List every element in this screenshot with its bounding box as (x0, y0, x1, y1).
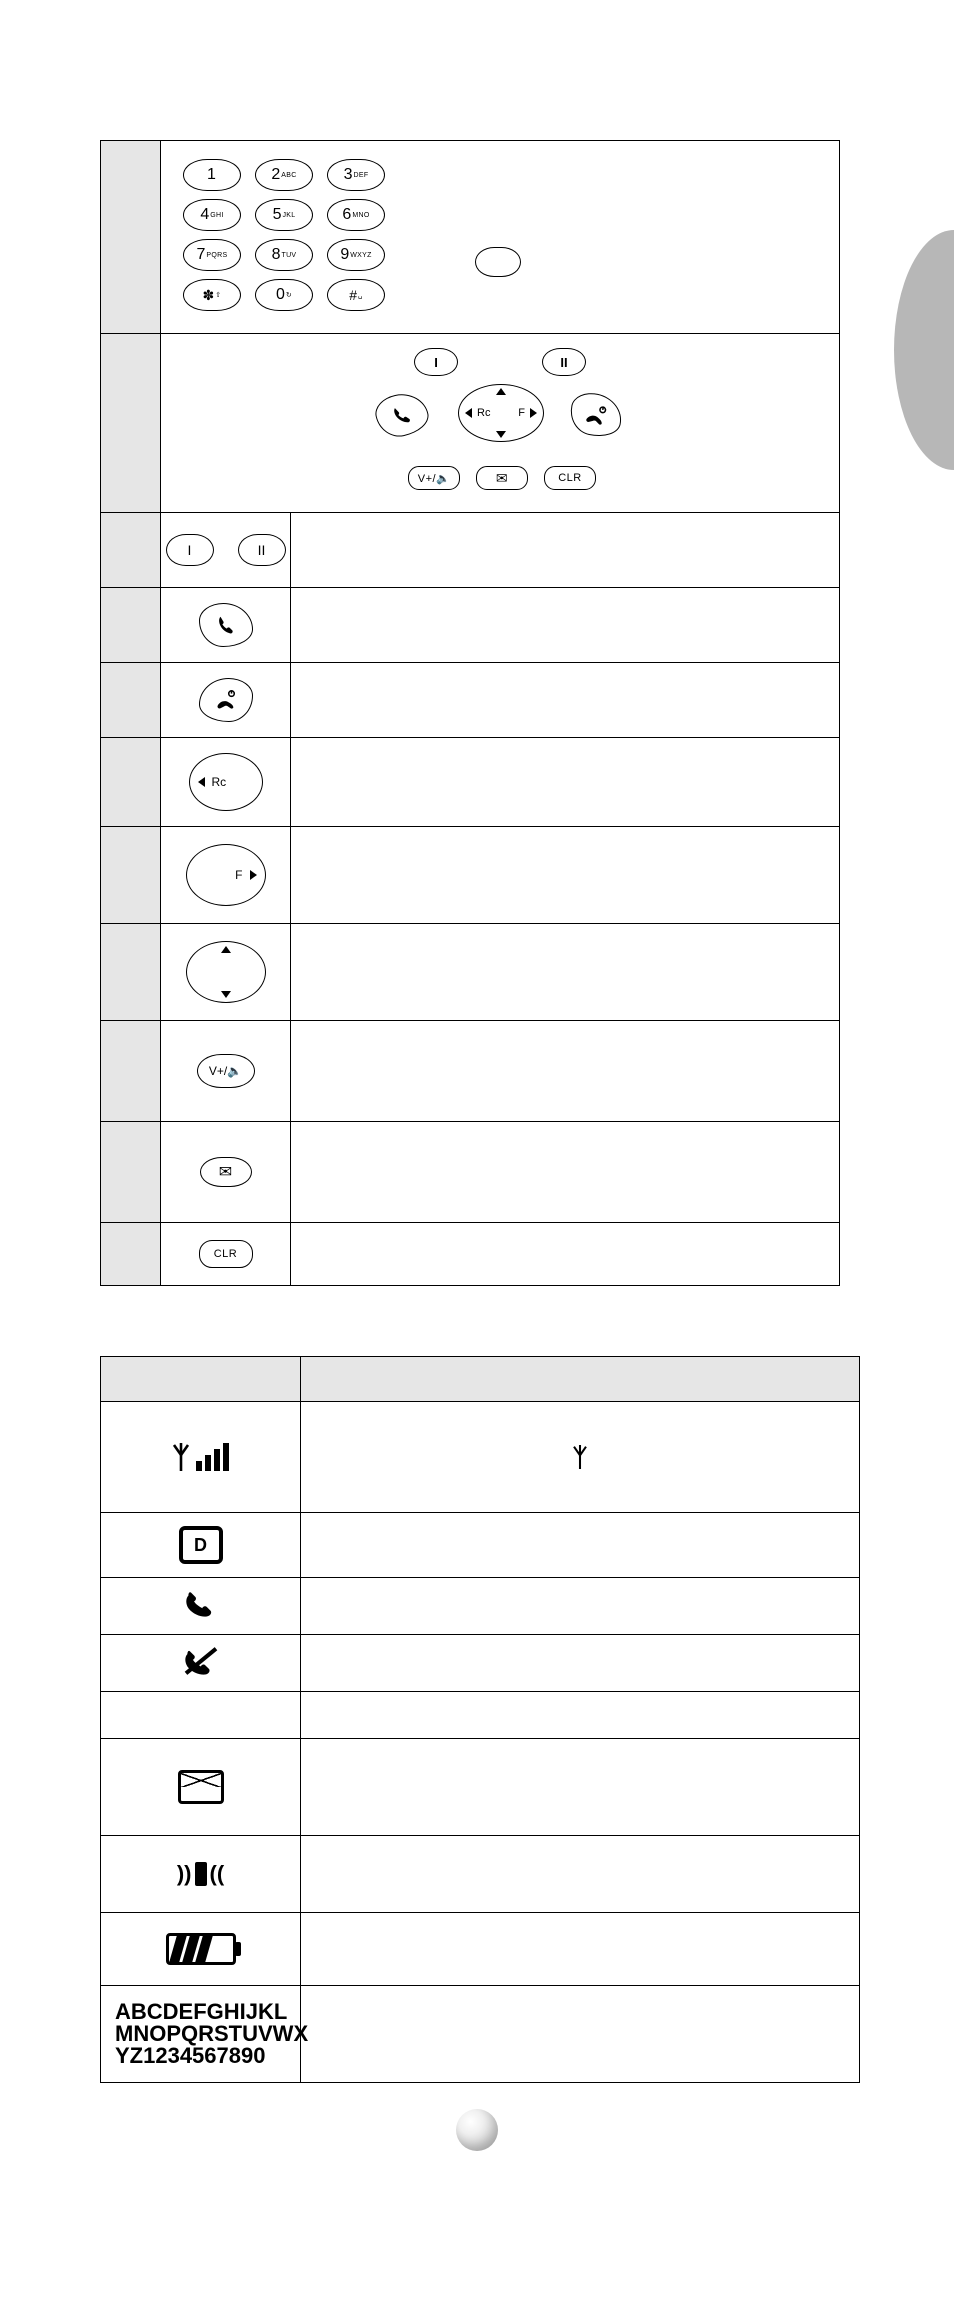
display-header-desc-col (301, 1357, 859, 1401)
no-service-description (301, 1635, 859, 1691)
softkeys-description (291, 513, 839, 587)
softkey-2-icon: II (542, 348, 586, 376)
mail-icon: ✉ (200, 1157, 252, 1187)
end-icon (199, 678, 253, 722)
blank-description (301, 1692, 859, 1738)
key-9: 9WXYZ (327, 239, 385, 271)
key-star: ✽⇧ (183, 279, 241, 311)
key-6: 6MNO (327, 199, 385, 231)
keypad-table: 1 2ABC 3DEF 4GHI 5JKL 6MNO 7PQRS 8TUV 9W… (100, 140, 840, 1286)
send-description (291, 588, 839, 662)
message-icon (178, 1770, 224, 1804)
clr-icon: CLR (199, 1240, 253, 1268)
side-key (475, 247, 521, 277)
character-set-description (301, 1986, 859, 2082)
clr-key-icon: CLR (544, 466, 596, 490)
volume-icon: V+/🔈 (197, 1054, 255, 1088)
blank-icon-cell (101, 1692, 301, 1738)
key-0: 0↻ (255, 279, 313, 311)
antenna-small-icon (572, 1445, 588, 1469)
digital-mode-icon: D (179, 1526, 223, 1564)
dialpad: 1 2ABC 3DEF 4GHI 5JKL 6MNO 7PQRS 8TUV 9W… (183, 159, 385, 311)
key-hash: #␣ (327, 279, 385, 311)
signal-strength-icon (172, 1443, 229, 1471)
send-icon (199, 603, 253, 647)
key-2: 2ABC (255, 159, 313, 191)
display-icons-table: D (100, 1356, 860, 2083)
key-7: 7PQRS (183, 239, 241, 271)
softkey-1-icon: I (414, 348, 458, 376)
nav-right-icon: F (186, 844, 266, 906)
end-key-icon (566, 389, 626, 441)
nav-left-icon: Rc (189, 753, 263, 811)
mail-key-icon: ✉ (476, 466, 528, 490)
page-sphere-icon (456, 2109, 498, 2151)
message-description (301, 1739, 859, 1835)
in-use-icon (184, 1590, 218, 1623)
key-3: 3DEF (327, 159, 385, 191)
nav-key-icon: Rc F (458, 384, 544, 442)
softkeys-icon: I II (166, 534, 286, 566)
key-1: 1 (183, 159, 241, 191)
controlpad-cluster: I II (370, 348, 630, 498)
signal-strength-description (301, 1402, 859, 1512)
nav-left-description (291, 738, 839, 826)
vibrate-description (301, 1836, 859, 1912)
character-set-icon: ABCDEFGHIJKL MNOPQRSTUVWX YZ1234567890 (115, 2001, 308, 2067)
nav-right-description (291, 827, 839, 923)
digital-mode-description (301, 1513, 859, 1577)
volume-key-icon: V+/🔈 (408, 466, 460, 490)
clr-description (291, 1223, 839, 1285)
in-use-description (301, 1578, 859, 1634)
battery-icon (166, 1933, 236, 1965)
key-8: 8TUV (255, 239, 313, 271)
vibrate-icon: ))(( (177, 1861, 224, 1887)
no-service-icon (183, 1646, 219, 1681)
display-header-icon-col (101, 1357, 301, 1401)
volume-description (291, 1021, 839, 1121)
mail-description (291, 1122, 839, 1222)
nav-updown-icon (186, 941, 266, 1003)
key-4: 4GHI (183, 199, 241, 231)
end-description (291, 663, 839, 737)
key-5: 5JKL (255, 199, 313, 231)
send-key-icon (372, 389, 432, 441)
nav-updown-description (291, 924, 839, 1020)
battery-description (301, 1913, 859, 1985)
side-tab (894, 230, 954, 470)
